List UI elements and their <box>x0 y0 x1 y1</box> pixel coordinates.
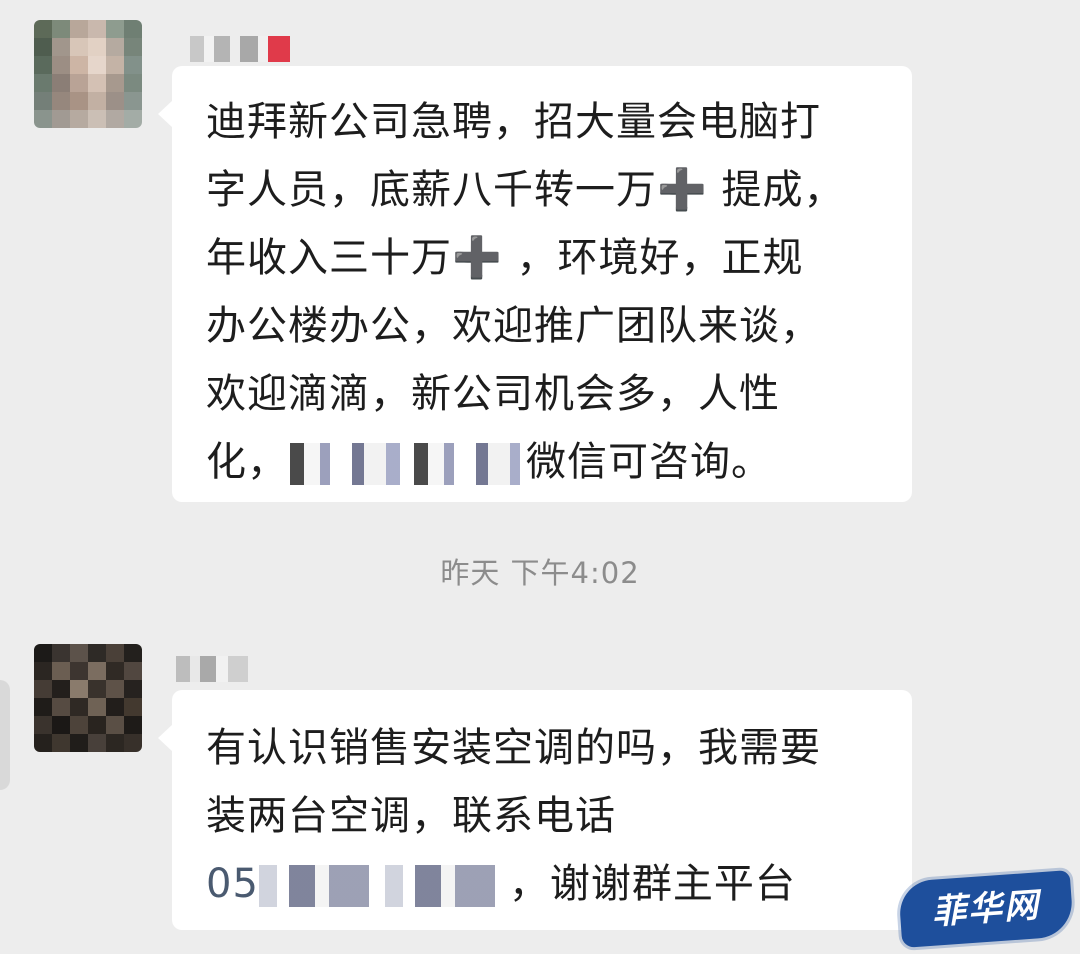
sender-name-redacted <box>190 36 290 62</box>
message-line: 欢迎滴滴，新公司机会多，人性 <box>206 371 780 417</box>
message-line: 年收入三十万➕ ，环境好，正规 <box>206 235 804 281</box>
sender-name-redacted <box>176 656 248 682</box>
screen-edge-shadow <box>0 680 10 790</box>
avatar[interactable] <box>34 20 142 128</box>
site-watermark-logo: 菲华网 <box>897 870 1075 948</box>
message-line: 装两台空调，联系电话 <box>206 793 616 839</box>
message-bubble[interactable]: 迪拜新公司急聘，招大量会电脑打 字人员，底薪八千转一万➕ 提成， 年收入三十万➕… <box>158 66 912 502</box>
message-line: 05 ，谢谢群主平台 <box>206 850 912 918</box>
message-timestamp: 昨天 下午4:02 <box>440 556 640 590</box>
message-line: 有认识销售安装空调的吗，我需要 <box>206 725 821 771</box>
watermark-text: 菲华网 <box>930 885 1042 933</box>
message-text: 化， <box>206 439 288 485</box>
redacted-contact-id <box>290 443 520 485</box>
message-text: 微信可咨询。 <box>526 439 772 485</box>
message-line: 化， 微信可咨询。 <box>206 428 912 496</box>
message-line: 字人员，底薪八千转一万➕ 提成， <box>206 167 845 213</box>
message-line: 办公楼办公，欢迎推广团队来谈， <box>206 303 821 349</box>
redacted-phone-number <box>258 865 503 907</box>
message-line: 迪拜新公司急聘，招大量会电脑打 <box>206 99 821 145</box>
avatar[interactable] <box>34 644 142 752</box>
phone-number-prefix: 05 <box>206 861 259 907</box>
message-text: ，谢谢群主平台 <box>508 861 796 907</box>
message-bubble[interactable]: 有认识销售安装空调的吗，我需要 装两台空调，联系电话 05 ，谢谢群主平台 <box>158 690 912 930</box>
